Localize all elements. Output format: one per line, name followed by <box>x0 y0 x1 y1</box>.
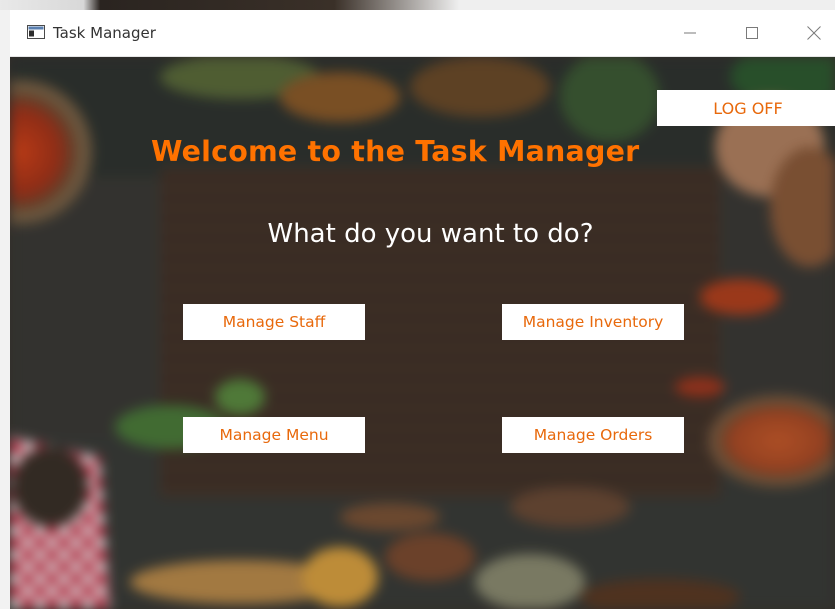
prompt-question: What do you want to do? <box>267 219 594 249</box>
maximize-icon <box>746 27 758 39</box>
close-button[interactable] <box>786 10 835 56</box>
main-panel: LOG OFF Welcome to the Task Manager What… <box>10 57 835 609</box>
desktop-edge <box>0 10 10 609</box>
maximize-button[interactable] <box>724 10 780 56</box>
minimize-button[interactable] <box>662 10 718 56</box>
close-icon <box>807 26 821 40</box>
window-app-icon <box>27 25 45 39</box>
manage-menu-button[interactable]: Manage Menu <box>183 417 365 453</box>
log-off-button[interactable]: LOG OFF <box>657 90 835 126</box>
manage-staff-button[interactable]: Manage Staff <box>183 304 365 340</box>
screen: Task Manager LOG OFF Welcome to the Task… <box>0 0 835 609</box>
desktop-strip <box>0 0 835 10</box>
window-titlebar[interactable]: Task Manager <box>10 10 835 57</box>
welcome-heading: Welcome to the Task Manager <box>151 135 640 168</box>
window-title: Task Manager <box>53 24 156 42</box>
manage-orders-button[interactable]: Manage Orders <box>502 417 684 453</box>
minimize-icon <box>684 32 696 34</box>
manage-inventory-button[interactable]: Manage Inventory <box>502 304 684 340</box>
